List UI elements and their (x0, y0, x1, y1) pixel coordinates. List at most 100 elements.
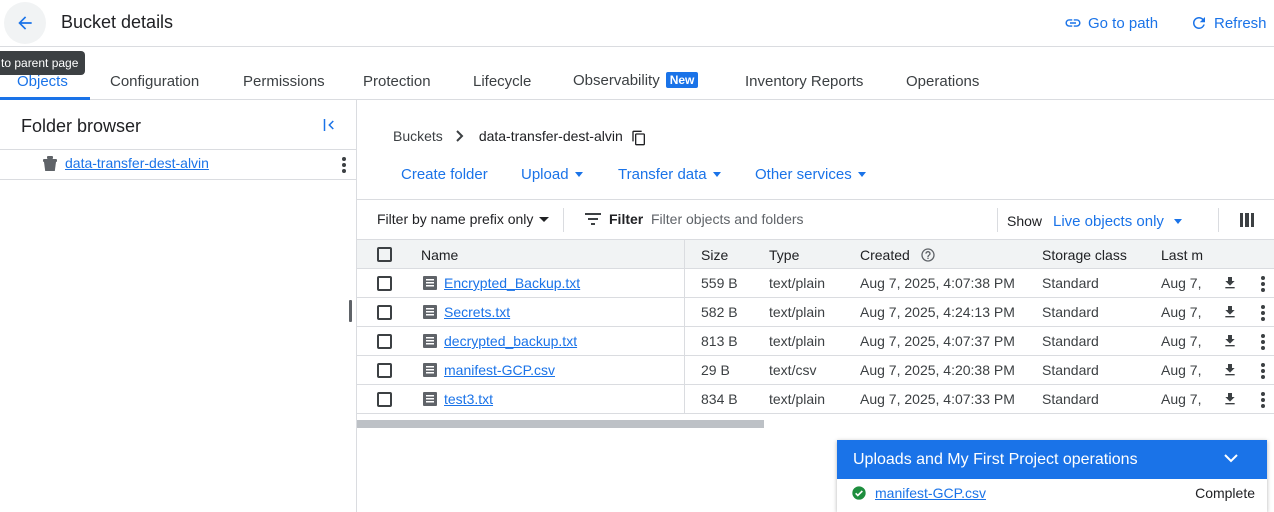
caret-down-icon (574, 172, 583, 177)
horizontal-scrollbar[interactable] (357, 420, 764, 428)
header-last-modified[interactable]: Last m (1161, 247, 1203, 263)
download-icon[interactable] (1222, 333, 1238, 349)
object-name-link[interactable]: test3.txt (444, 391, 493, 407)
object-size: 813 B (701, 333, 738, 349)
object-last-modified: Aug 7, 2 (1161, 391, 1203, 407)
object-storage-class: Standard (1042, 304, 1099, 320)
breadcrumb: Buckets data-transfer-dest-alvin (393, 126, 647, 146)
last-modified-clip: Aug 7, 2 (1157, 269, 1203, 297)
filter-bar: Filter by name prefix only Filter Filter… (357, 199, 1274, 239)
more-vert-icon[interactable] (1259, 362, 1267, 380)
row-checkbox[interactable] (377, 305, 392, 320)
file-icon (423, 363, 437, 377)
tab-configuration[interactable]: Configuration (110, 73, 199, 90)
divider (997, 208, 998, 232)
page-header: Bucket details Go to path Refresh (0, 0, 1274, 47)
object-type: text/plain (769, 275, 826, 291)
header-last-modified-clip: Last m (1157, 240, 1203, 268)
last-modified-clip: Aug 7, 2 (1157, 298, 1203, 326)
filter-button[interactable]: Filter (585, 211, 643, 227)
folder-browser-item[interactable]: data-transfer-dest-alvin (0, 149, 356, 180)
panel-resize-handle[interactable] (349, 300, 352, 322)
more-vert-icon[interactable] (1259, 304, 1267, 322)
table-row: test3.txt 834 B text/plain Aug 7, 2025, … (357, 385, 1274, 414)
filter-prefix-label: Filter by name prefix only (377, 211, 534, 227)
row-checkbox[interactable] (377, 276, 392, 291)
upload-file-link[interactable]: manifest-GCP.csv (875, 485, 986, 501)
download-icon[interactable] (1222, 304, 1238, 320)
object-created: Aug 7, 2025, 4:07:33 PM (860, 391, 1015, 407)
object-name-link[interactable]: Encrypted_Backup.txt (444, 275, 580, 291)
tab-observability[interactable]: Observability New (573, 72, 699, 89)
tab-permissions[interactable]: Permissions (243, 73, 325, 90)
show-dropdown[interactable]: Live objects only (1053, 213, 1182, 230)
last-modified-clip: Aug 7, 2 (1157, 385, 1203, 413)
chevron-down-icon[interactable] (1223, 452, 1239, 464)
header-size[interactable]: Size (701, 247, 728, 263)
tab-inventory-reports[interactable]: Inventory Reports (745, 73, 863, 90)
header-created[interactable]: Created (860, 247, 910, 263)
more-vert-icon[interactable] (1259, 275, 1267, 293)
tab-operations[interactable]: Operations (906, 73, 979, 90)
folder-browser-title: Folder browser (21, 116, 142, 136)
row-checkbox[interactable] (377, 334, 392, 349)
column-display-icon[interactable] (1240, 213, 1254, 227)
object-name-link[interactable]: Secrets.txt (444, 304, 510, 320)
tab-protection[interactable]: Protection (363, 73, 431, 90)
table-row: Secrets.txt 582 B text/plain Aug 7, 2025… (357, 298, 1274, 327)
divider (563, 208, 564, 232)
filter-input[interactable]: Filter objects and folders (651, 211, 804, 227)
create-folder-button[interactable]: Create folder (401, 166, 488, 183)
caret-down-icon (1173, 219, 1182, 224)
create-folder-label: Create folder (401, 166, 488, 183)
go-to-path-label: Go to path (1088, 14, 1159, 32)
more-vert-icon[interactable] (337, 156, 351, 174)
help-icon[interactable] (920, 247, 936, 263)
download-icon[interactable] (1222, 275, 1238, 291)
back-button[interactable] (4, 2, 46, 44)
back-tooltip: to parent page (0, 51, 86, 75)
folder-browser-panel: Folder browser data-transfer-dest-alvin (0, 100, 357, 512)
upload-panel-header[interactable]: Uploads and My First Project operations (837, 440, 1267, 479)
caret-down-icon (712, 172, 721, 177)
more-vert-icon[interactable] (1259, 333, 1267, 351)
show-label: Show (1007, 213, 1043, 229)
more-vert-icon[interactable] (1259, 391, 1267, 409)
object-type: text/plain (769, 333, 826, 349)
upload-label: Upload (521, 166, 569, 183)
last-modified-clip: Aug 7, 2 (1157, 327, 1203, 355)
folder-browser-bucket-link[interactable]: data-transfer-dest-alvin (65, 155, 209, 171)
tab-objects[interactable]: Objects (17, 73, 68, 90)
file-icon (423, 305, 437, 319)
object-last-modified: Aug 7, 2 (1161, 275, 1203, 291)
go-to-path-button[interactable]: Go to path (1064, 14, 1158, 32)
collapse-panel-icon[interactable] (320, 116, 338, 134)
download-icon[interactable] (1222, 391, 1238, 407)
upload-dropdown[interactable]: Upload (521, 166, 583, 183)
select-all-checkbox[interactable] (377, 247, 392, 262)
refresh-icon (1193, 17, 1205, 29)
row-checkbox[interactable] (377, 392, 392, 407)
file-icon (423, 392, 437, 406)
new-badge: New (665, 72, 699, 88)
other-services-dropdown[interactable]: Other services (755, 166, 866, 183)
object-name-link[interactable]: decrypted_backup.txt (444, 333, 577, 349)
tab-observability-label: Observability (573, 72, 660, 89)
filter-prefix-dropdown[interactable]: Filter by name prefix only (377, 211, 550, 227)
page-title: Bucket details (61, 12, 174, 32)
transfer-data-dropdown[interactable]: Transfer data (618, 166, 721, 183)
copy-icon[interactable] (631, 130, 647, 146)
tab-lifecycle[interactable]: Lifecycle (473, 73, 531, 90)
header-storage-class[interactable]: Storage class (1042, 247, 1127, 263)
object-created: Aug 7, 2025, 4:20:38 PM (860, 362, 1015, 378)
download-icon[interactable] (1222, 362, 1238, 378)
breadcrumb-buckets[interactable]: Buckets (393, 128, 443, 144)
refresh-button[interactable]: Refresh (1190, 14, 1267, 32)
header-type[interactable]: Type (769, 247, 799, 263)
table-row: decrypted_backup.txt 813 B text/plain Au… (357, 327, 1274, 356)
row-checkbox[interactable] (377, 363, 392, 378)
check-circle-icon (852, 486, 866, 500)
object-created: Aug 7, 2025, 4:07:38 PM (860, 275, 1015, 291)
object-name-link[interactable]: manifest-GCP.csv (444, 362, 555, 378)
header-name[interactable]: Name (421, 247, 458, 263)
